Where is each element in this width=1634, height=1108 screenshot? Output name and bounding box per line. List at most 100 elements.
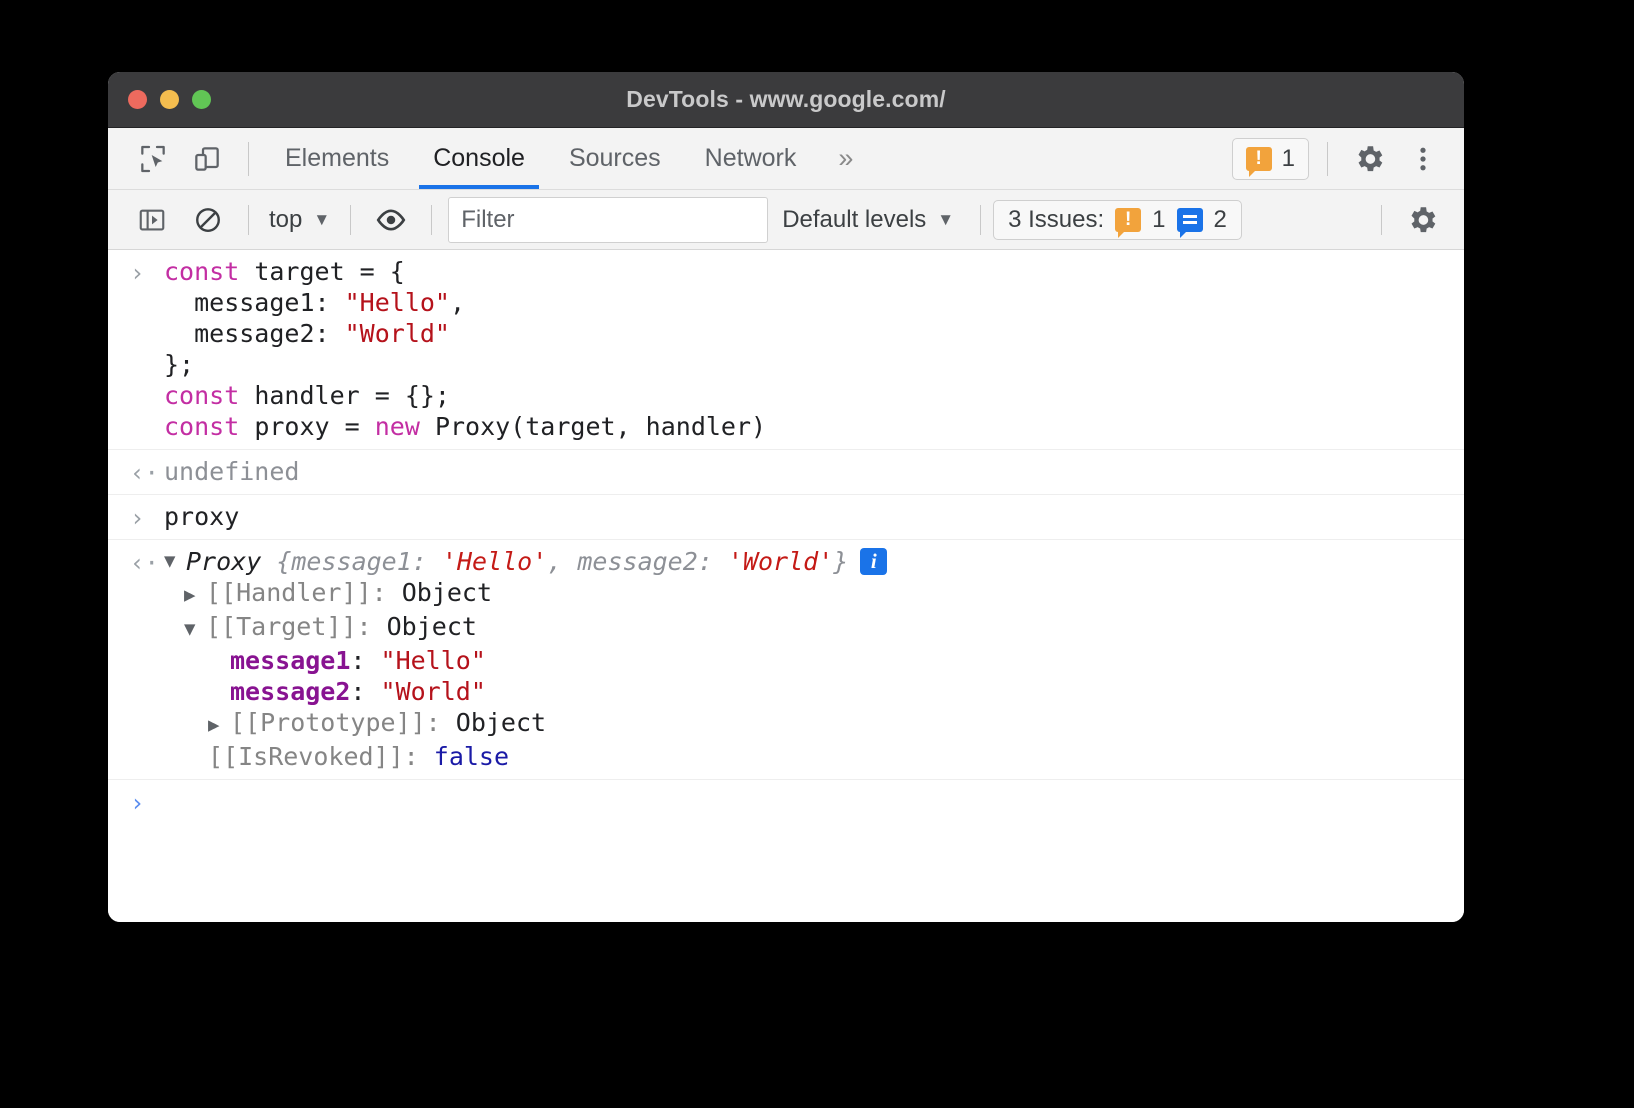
filterbar-divider-3 [431, 205, 432, 235]
input-gutter-icon: › [130, 258, 156, 289]
console-entry-input[interactable]: › const target = { message1: "Hello", me… [108, 250, 1464, 450]
device-toolbar-icon[interactable] [180, 128, 234, 189]
code-token: new [375, 412, 420, 441]
object-property-row[interactable]: ▶[[Prototype]]: Object [108, 707, 1464, 741]
object-property-row[interactable]: ▼[[Target]]: Object [108, 611, 1464, 645]
warning-bubble-icon: ! [1246, 147, 1272, 171]
code-token: target = { [239, 257, 405, 286]
property-key: message2 [230, 677, 350, 706]
property-colon: : [426, 708, 456, 737]
console-entry-result-object[interactable]: ‹· ▼Proxy {message1: 'Hello', message2: … [108, 540, 1464, 780]
code-token: Proxy(target, handler) [420, 412, 766, 441]
expand-arrow-icon[interactable]: ▶ [208, 710, 230, 741]
code-token: "Hello" [345, 288, 450, 317]
chevron-down-icon: ▼ [937, 210, 954, 230]
code-token: handler = {}; [239, 381, 450, 410]
filterbar-divider-1 [248, 205, 249, 235]
object-constructor-name: Proxy [186, 546, 261, 577]
tab-sources[interactable]: Sources [547, 128, 683, 189]
preview-colon: : [412, 546, 442, 577]
output-gutter-icon: ‹· [130, 548, 156, 579]
issues-info-count: 2 [1214, 206, 1227, 234]
preview-close-brace: } [833, 546, 848, 577]
log-levels-select[interactable]: Default levels ▼ [768, 206, 968, 234]
issues-badge[interactable]: 3 Issues: ! 1 2 [993, 200, 1242, 240]
object-property-row[interactable]: message2: "World" [108, 676, 1464, 707]
property-key: message1 [230, 646, 350, 675]
property-colon: : [350, 646, 380, 675]
panel-tabs: Elements Console Sources Network [263, 128, 818, 189]
code-token: proxy = [239, 412, 374, 441]
tab-console[interactable]: Console [411, 128, 547, 189]
expand-arrow-icon[interactable]: ▶ [184, 580, 206, 611]
preview-key: message1 [291, 546, 411, 577]
filterbar-right-group [1369, 198, 1464, 242]
tab-network[interactable]: Network [683, 128, 819, 189]
code-token: message2: [164, 319, 345, 348]
console-entry-result-undefined[interactable]: ‹· undefined [108, 450, 1464, 495]
execution-context-select[interactable]: top ▼ [261, 206, 338, 234]
console-messages[interactable]: › const target = { message1: "Hello", me… [108, 250, 1464, 922]
chevron-down-icon: ▼ [313, 210, 330, 230]
property-key: [[Prototype]] [230, 708, 426, 737]
expand-arrow-icon[interactable]: ▼ [164, 546, 186, 577]
tab-sources-label: Sources [569, 144, 661, 173]
property-value: Object [387, 612, 477, 641]
object-preview-row[interactable]: ▼Proxy {message1: 'Hello', message2: 'Wo… [108, 546, 1464, 577]
preview-open-brace: { [261, 546, 291, 577]
gear-icon[interactable] [1342, 142, 1396, 176]
code-token: }; [164, 350, 194, 379]
console-sidebar-icon[interactable] [124, 198, 180, 242]
window-titlebar: DevTools - www.google.com/ [108, 72, 1464, 128]
tabbar-spacer [873, 128, 1231, 189]
property-key: [[Target]] [206, 612, 357, 641]
gear-icon[interactable] [1394, 198, 1450, 242]
traffic-lights [108, 90, 211, 109]
close-button[interactable] [128, 90, 147, 109]
object-property-row[interactable]: message1: "Hello" [108, 645, 1464, 676]
chevron-double-right-icon[interactable]: » [818, 128, 873, 189]
live-expression-eye-icon[interactable] [363, 198, 419, 242]
info-badge-icon[interactable]: i [860, 548, 887, 575]
maximize-button[interactable] [192, 90, 211, 109]
minimize-button[interactable] [160, 90, 179, 109]
property-value: "World" [381, 677, 486, 706]
clear-console-icon[interactable] [180, 198, 236, 242]
kebab-menu-icon[interactable] [1396, 144, 1450, 174]
property-value: false [434, 742, 509, 771]
window-title: DevTools - www.google.com/ [108, 86, 1464, 113]
code-token: "World" [345, 319, 450, 348]
warning-count-badge[interactable]: ! 1 [1232, 138, 1309, 180]
devtools-tabbar: Elements Console Sources Network » ! 1 [108, 128, 1464, 190]
code-token: const [164, 412, 239, 441]
warning-bubble-icon: ! [1115, 208, 1141, 232]
property-colon: : [372, 578, 402, 607]
property-colon: : [404, 742, 434, 771]
expand-arrow-icon[interactable]: ▼ [184, 614, 206, 645]
execution-context-label: top [269, 206, 302, 234]
info-bubble-icon [1177, 208, 1203, 232]
object-property-row[interactable]: ▶[[Handler]]: Object [108, 577, 1464, 611]
preview-value: 'Hello' [442, 546, 547, 577]
code-token: proxy [164, 502, 239, 531]
inspect-element-icon[interactable] [126, 128, 180, 189]
tab-console-label: Console [433, 144, 525, 173]
issues-label: 3 Issues: [1008, 206, 1104, 234]
console-prompt[interactable]: › [108, 780, 1464, 840]
property-value: Object [402, 578, 492, 607]
code-token: message1: [164, 288, 345, 317]
property-colon: : [350, 677, 380, 706]
property-key: [[IsRevoked]] [208, 742, 404, 771]
property-value: Object [456, 708, 546, 737]
issues-warning-count: 1 [1152, 206, 1165, 234]
filter-input[interactable] [448, 197, 768, 243]
tab-elements[interactable]: Elements [263, 128, 411, 189]
tabbar-right-divider [1327, 142, 1328, 176]
console-entry-input[interactable]: › proxy [108, 495, 1464, 540]
tabbar-right-group: ! 1 [1232, 128, 1464, 189]
input-gutter-icon: › [130, 503, 156, 534]
filterbar-divider-5 [1381, 205, 1382, 235]
object-property-row[interactable]: [[IsRevoked]]: false [108, 741, 1464, 772]
property-value: "Hello" [381, 646, 486, 675]
console-code-block: proxy [108, 501, 1464, 532]
